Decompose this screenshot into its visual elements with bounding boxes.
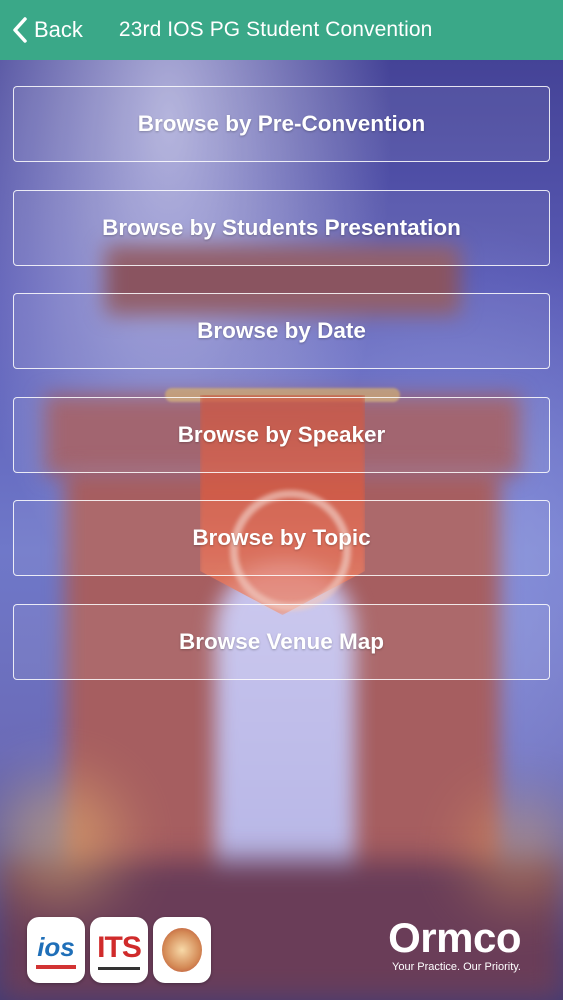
convention-logo (153, 917, 211, 983)
partner-logos: ios ITS (27, 917, 211, 983)
browse-pre-convention-button[interactable]: Browse by Pre-Convention (13, 86, 550, 162)
browse-students-presentation-button[interactable]: Browse by Students Presentation (13, 189, 550, 266)
ormco-logo: Ormco Your Practice. Our Priority. (388, 914, 521, 974)
browse-topic-button[interactable]: Browse by Topic (13, 500, 550, 576)
page-title: 23rd IOS PG Student Convention (118, 18, 433, 41)
back-button[interactable]: Back (0, 16, 83, 44)
browse-speaker-button[interactable]: Browse by Speaker (13, 396, 550, 473)
ios-logo: ios (27, 917, 85, 983)
its-logo: ITS (90, 917, 148, 983)
browse-date-button[interactable]: Browse by Date (13, 293, 550, 369)
browse-menu: Browse by Pre-Convention Browse by Stude… (13, 86, 550, 707)
sponsor-tagline: Your Practice. Our Priority. (392, 961, 521, 973)
browse-venue-map-button[interactable]: Browse Venue Map (13, 603, 550, 680)
sponsor-name: Ormco (388, 914, 521, 961)
chevron-left-icon (13, 17, 27, 43)
back-label: Back (34, 17, 83, 42)
header-bar: Back 23rd IOS PG Student Convention (0, 0, 563, 60)
